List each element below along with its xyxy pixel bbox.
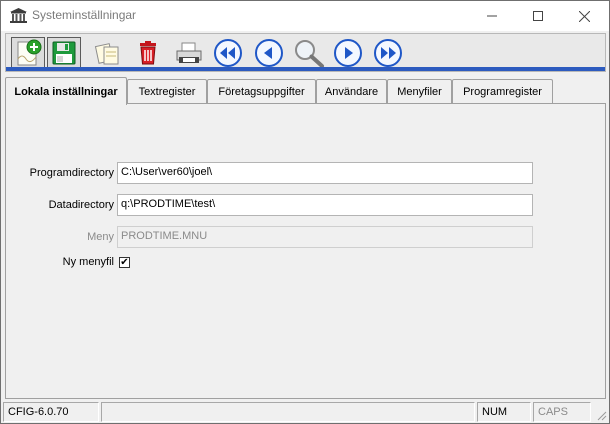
datadirectory-label: Datadirectory (48, 199, 114, 211)
maximize-icon (533, 11, 543, 21)
status-message (101, 402, 475, 422)
new-icon (17, 39, 42, 66)
print-button[interactable] (172, 37, 206, 69)
tab-lokala-installningar[interactable]: Lokala inställningar (5, 77, 127, 105)
status-caps: CAPS (533, 402, 591, 422)
new-button[interactable] (11, 37, 45, 69)
tab-panel: Programdirectory C:\User\ver60\joel\ Dat… (5, 103, 606, 399)
tab-foretagsuppgifter[interactable]: Företagsuppgifter (207, 79, 316, 104)
close-button[interactable] (561, 1, 607, 31)
next-record-icon (334, 39, 362, 67)
datadirectory-field[interactable]: q:\PRODTIME\test\ (117, 194, 533, 216)
maximize-button[interactable] (515, 1, 561, 31)
tab-menyfiler[interactable]: Menyfiler (387, 79, 452, 104)
close-icon (578, 10, 590, 22)
minimize-icon (487, 15, 497, 17)
search-button[interactable] (292, 37, 326, 69)
ny-menyfil-label: Ny menyfil (62, 256, 114, 268)
toolbar (5, 33, 606, 72)
first-record-button[interactable] (211, 37, 245, 69)
copy-icon (94, 43, 119, 65)
minimize-button[interactable] (469, 1, 515, 31)
settings-window: Systeminställningar Lokala inställningar… (0, 0, 610, 424)
delete-button[interactable] (131, 37, 165, 69)
ny-menyfil-checkbox[interactable]: ✔ (119, 257, 130, 268)
tab-anvandare[interactable]: Användare (316, 79, 387, 104)
resize-grip-icon[interactable] (595, 409, 607, 421)
previous-record-button[interactable] (252, 37, 286, 69)
meny-field: PRODTIME.MNU (117, 226, 533, 248)
window-title: Systeminställningar (32, 8, 137, 22)
delete-icon (140, 41, 156, 65)
save-button[interactable] (47, 37, 81, 69)
last-record-button[interactable] (371, 37, 405, 69)
last-record-icon (374, 39, 402, 67)
app-building-icon (10, 8, 27, 23)
checkmark-icon: ✔ (120, 257, 129, 268)
tab-bar: Lokala inställningar Textregister Företa… (5, 77, 606, 105)
previous-record-icon (255, 39, 283, 67)
print-icon (176, 42, 202, 63)
tab-programregister[interactable]: Programregister (452, 79, 553, 104)
next-record-button[interactable] (331, 37, 365, 69)
save-icon (52, 41, 76, 65)
status-version: CFIG-6.0.70 (3, 402, 99, 422)
copy-button[interactable] (91, 37, 125, 69)
tab-textregister[interactable]: Textregister (127, 79, 207, 104)
status-bar: CFIG-6.0.70 NUM CAPS (1, 401, 609, 423)
search-icon (295, 40, 324, 68)
title-bar: Systeminställningar (1, 1, 609, 31)
first-record-icon (214, 39, 242, 67)
meny-label: Meny (87, 231, 114, 243)
programdirectory-field[interactable]: C:\User\ver60\joel\ (117, 162, 533, 184)
programdirectory-label: Programdirectory (29, 167, 114, 179)
status-num: NUM (477, 402, 531, 422)
